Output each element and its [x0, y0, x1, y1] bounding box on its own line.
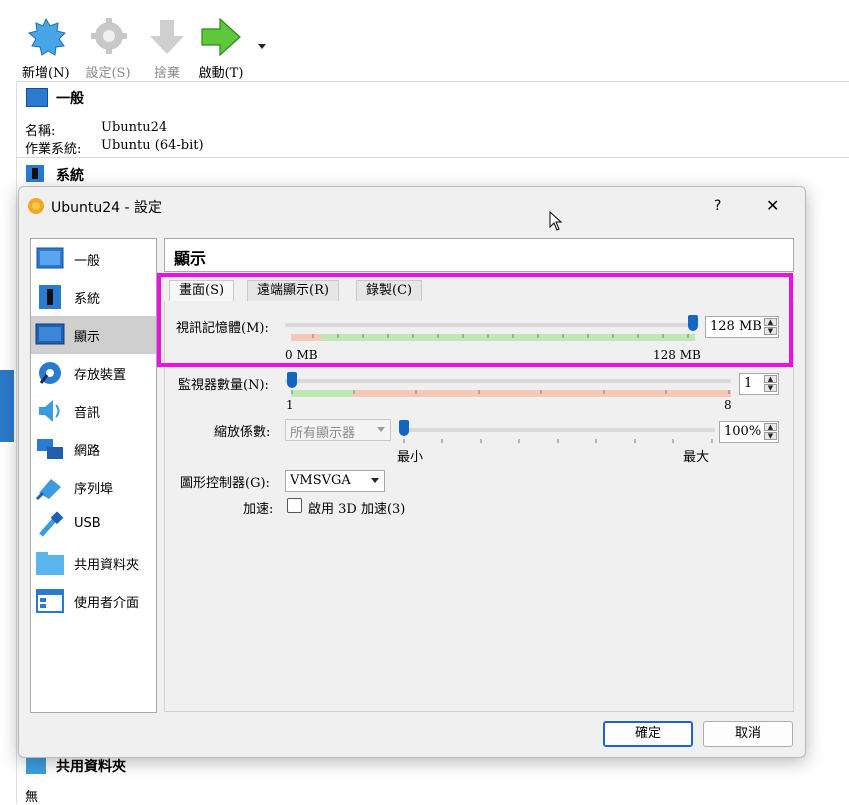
page-title-box: 顯示: [164, 238, 794, 272]
nav-item-system[interactable]: 系統: [31, 278, 156, 316]
nav-item-storage[interactable]: 存放裝置: [31, 354, 156, 392]
system-section-icon: [26, 165, 44, 182]
discard-button[interactable]: 捨棄: [146, 18, 188, 81]
start-button[interactable]: 啟動(T): [198, 17, 244, 81]
start-label: 啟動(T): [198, 66, 244, 81]
monitor-count-spinbox[interactable]: 1 ▲ ▼: [739, 373, 779, 395]
general-icon: [36, 247, 64, 269]
shared-folder-section-title: 共用資料夾: [56, 759, 126, 775]
name-key: 名稱:: [25, 124, 56, 139]
highlight-annotation: [157, 273, 793, 367]
nav-item-label: 系統: [74, 292, 101, 307]
new-icon: [27, 17, 66, 56]
settings-label: 設定(S): [85, 66, 131, 81]
scale-factor-slider-thumb[interactable]: [399, 420, 409, 436]
discard-arrow-icon: [150, 20, 184, 54]
nav-item-network[interactable]: 網路: [31, 430, 156, 468]
nav-item-label: 顯示: [74, 330, 101, 345]
audio-icon: [39, 400, 60, 422]
network-icon: [37, 439, 63, 459]
nav-item-label: 一般: [74, 254, 101, 269]
nav-item-serial-port[interactable]: 序列埠: [31, 468, 156, 506]
scale-monitor-select[interactable]: 所有顯示器: [285, 419, 391, 441]
graphics-controller-select[interactable]: VMSVGA: [285, 470, 385, 492]
system-icon: [39, 285, 61, 309]
start-dropdown-arrow-icon[interactable]: [258, 44, 266, 49]
os-value: Ubuntu (64-bit): [101, 138, 204, 153]
scale-factor-min-label: 最小: [397, 450, 424, 465]
help-button[interactable]: ?: [714, 198, 721, 214]
new-button[interactable]: 新增(N): [22, 17, 70, 81]
sun-icon: [28, 198, 44, 214]
start-arrow-icon: [201, 17, 241, 57]
user-interface-icon: [36, 589, 64, 613]
storage-icon: [39, 362, 61, 384]
monitor-count-slider[interactable]: [285, 379, 731, 383]
scale-factor-ticks: [403, 439, 713, 443]
mouse-cursor-icon: [549, 211, 563, 231]
shared-folder-section-icon: [26, 757, 46, 774]
scale-monitor-value: 所有顯示器: [290, 426, 356, 441]
enable-3d-checkbox[interactable]: [287, 498, 302, 513]
monitor-count-spin-arrows[interactable]: ▲ ▼: [764, 375, 777, 393]
chevron-down-icon: [371, 478, 379, 483]
page-title: 顯示: [174, 249, 207, 268]
monitor-count-slider-thumb[interactable]: [287, 372, 297, 388]
scale-factor-spin-arrows[interactable]: ▲ ▼: [764, 423, 777, 441]
cancel-button[interactable]: 取消: [703, 721, 793, 747]
nav-item-user-interface[interactable]: 使用者介面: [31, 582, 156, 620]
scale-factor-slider[interactable]: [399, 428, 715, 432]
monitor-count-min-label: 1: [286, 398, 294, 412]
tick-marks: [291, 390, 730, 394]
nav-item-general[interactable]: 一般: [31, 240, 156, 278]
acceleration-label: 加速:: [243, 502, 274, 517]
system-section-title: 系統: [56, 168, 84, 184]
scale-factor-spinbox[interactable]: 100% ▲ ▼: [719, 421, 779, 443]
nav-item-audio[interactable]: 音訊: [31, 392, 156, 430]
divider: [16, 157, 849, 158]
nav-item-shared-folder[interactable]: 共用資料夾: [31, 544, 156, 582]
shared-folder-icon: [36, 552, 64, 575]
scale-factor-label: 縮放係數:: [214, 425, 271, 440]
nav-item-label: 網路: [74, 444, 101, 459]
manager-toolbar: 新增(N) 設定(S) 捨棄 啟動(T): [0, 0, 849, 82]
general-section-icon: [26, 88, 48, 107]
nav-item-label: 存放裝置: [74, 368, 127, 383]
usb-icon: [39, 511, 64, 537]
os-key: 作業系統:: [25, 142, 82, 157]
name-value: Ubuntu24: [101, 120, 168, 135]
monitor-count-label: 監視器數量(N):: [178, 378, 269, 393]
graphics-controller-value: VMSVGA: [290, 473, 351, 488]
nav-item-label: 音訊: [74, 406, 101, 421]
nav-item-label: 共用資料夾: [74, 558, 140, 573]
monitor-count-value: 1: [744, 376, 753, 391]
monitor-count-max-label: 8: [724, 398, 732, 412]
divider: [16, 81, 849, 82]
nav-item-label: 序列埠: [74, 482, 114, 497]
vm-list-selection[interactable]: [0, 370, 14, 442]
nav-item-display[interactable]: 顯示: [31, 316, 156, 354]
serial-port-icon: [35, 479, 61, 501]
nav-item-label: USB: [74, 516, 101, 531]
shared-folder-value: 無: [25, 790, 39, 805]
scale-factor-value: 100%: [724, 424, 762, 439]
monitor-count-ticks: [291, 390, 731, 397]
ok-button[interactable]: 確定: [603, 721, 693, 747]
gear-icon: [91, 18, 127, 54]
discard-label: 捨棄: [153, 66, 180, 81]
settings-button[interactable]: 設定(S): [85, 18, 131, 81]
general-section-title: 一般: [56, 91, 84, 107]
graphics-controller-label: 圖形控制器(G):: [180, 476, 270, 491]
nav-item-label: 使用者介面: [74, 596, 140, 611]
settings-dialog: Ubuntu24 - 設定 ? ✕ 一般 系統 顯示 存放裝置 音訊 網路 序列埠 USB 共用…: [18, 186, 806, 758]
dialog-title: Ubuntu24 - 設定: [51, 200, 163, 216]
scale-factor-max-label: 最大: [683, 450, 710, 465]
chevron-down-icon: [377, 427, 385, 432]
new-label: 新增(N): [22, 66, 70, 81]
display-icon: [35, 323, 65, 345]
close-button[interactable]: ✕: [766, 196, 779, 215]
enable-3d-label: 啟用 3D 加速(3): [308, 502, 406, 517]
settings-nav-list: 一般系統顯示存放裝置音訊網路序列埠 USB 共用資料夾使用者介面: [30, 238, 157, 713]
nav-item-usb[interactable]: USB: [31, 506, 156, 544]
